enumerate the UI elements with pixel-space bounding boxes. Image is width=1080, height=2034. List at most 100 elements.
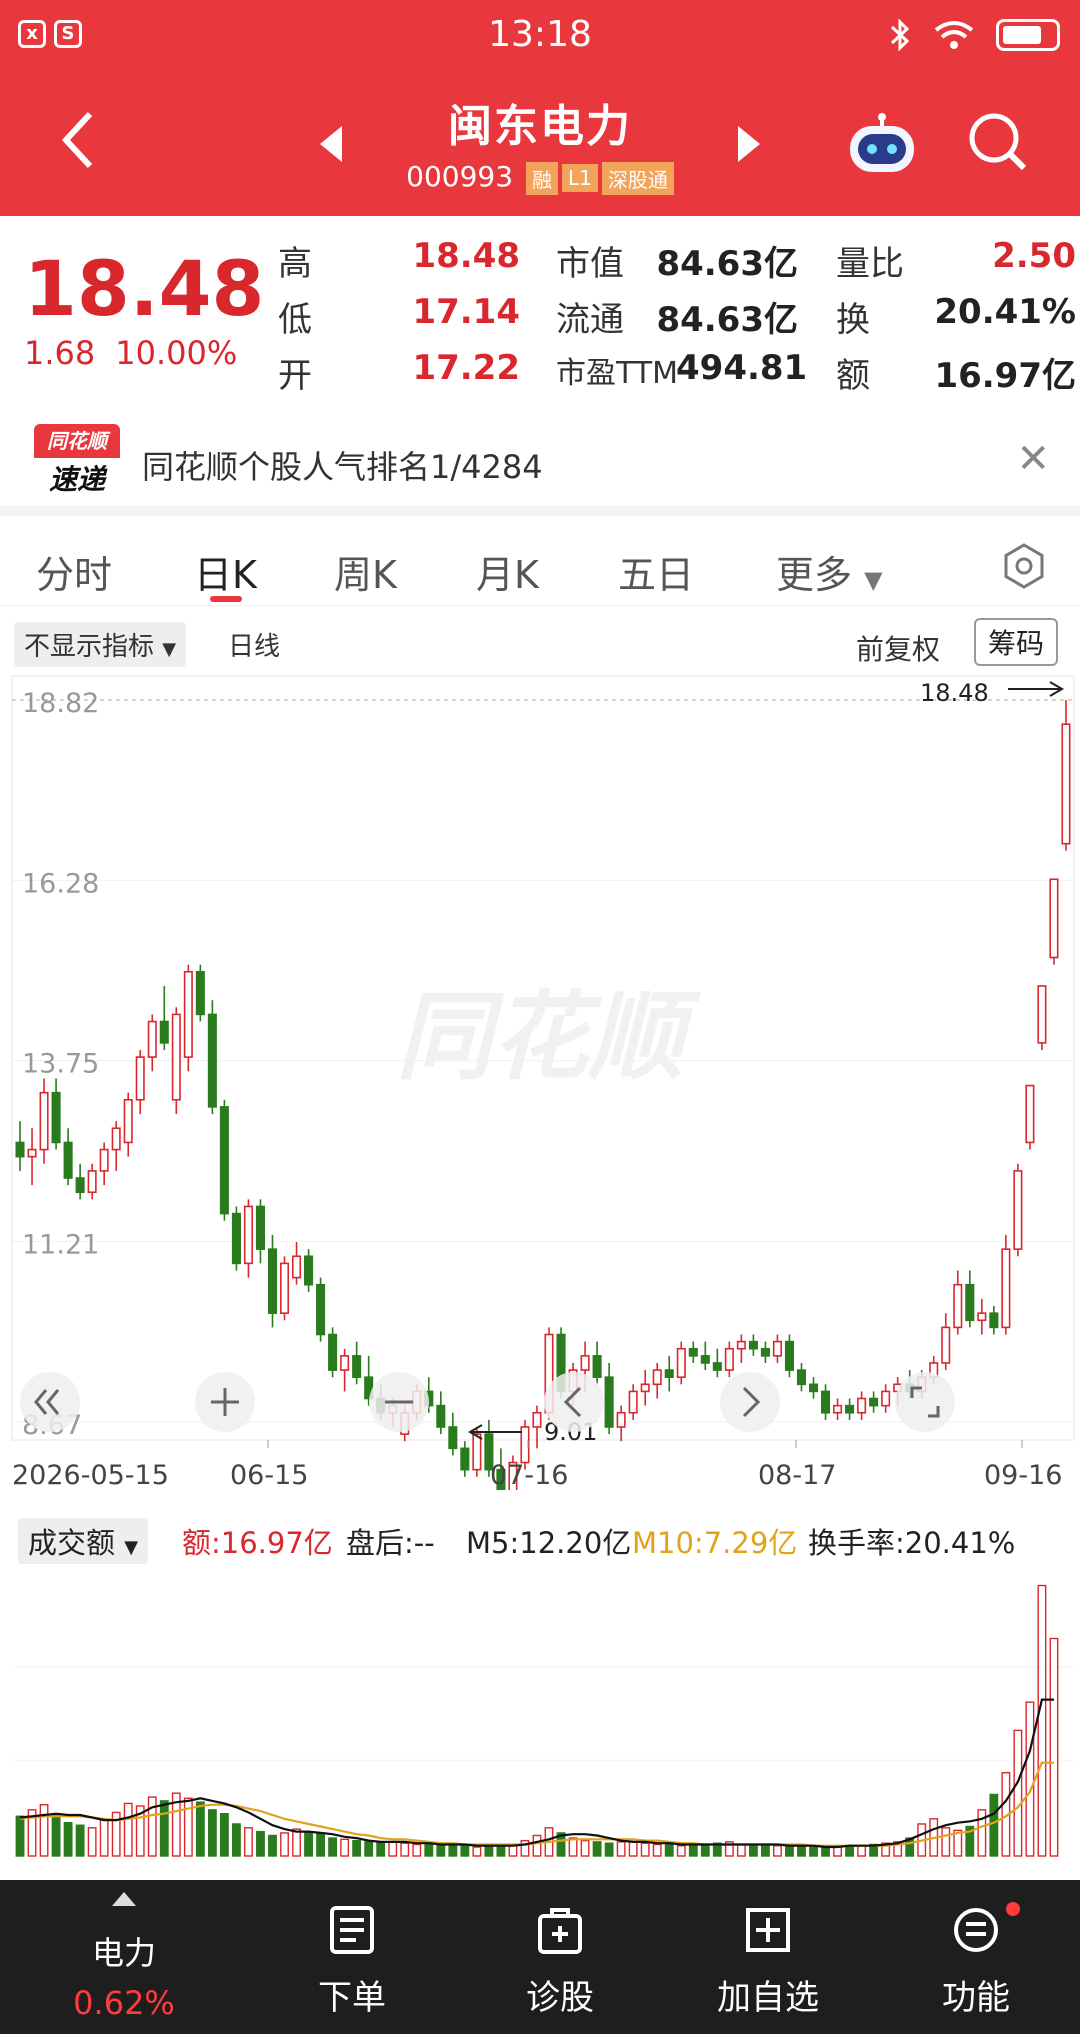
news-banner[interactable]: 同花顺 速递 同花顺个股人气排名1/4284 ✕: [0, 416, 1080, 516]
volume-legend: 成交额 ▼ 额:16.97亿 盘后:-- M5:12.20亿 M10:7.29亿…: [0, 1512, 1080, 1564]
volume-bar: [280, 1832, 289, 1857]
candle: [207, 1000, 217, 1114]
volume-turnover: 换手率:20.41%: [808, 1520, 1015, 1562]
indicator-label: 不显示指标: [24, 632, 155, 662]
volume-bar: [748, 1845, 758, 1857]
settings-hexagon-icon[interactable]: [1000, 542, 1048, 590]
volume-bar: [688, 1843, 698, 1857]
tab-monthly-k[interactable]: 月K: [476, 544, 539, 599]
volume-bar: [496, 1845, 506, 1857]
nav-add-watch-label: 加自选: [717, 1978, 819, 2018]
chart-options-bar: 不显示指标 ▼ 日线 前复权 筹码: [0, 616, 1080, 668]
volume-chart[interactable]: [0, 1560, 1080, 1860]
nav-add-watch[interactable]: 加自选: [668, 1880, 868, 2034]
x-tick-label: 07-16: [490, 1460, 568, 1490]
pe-label: 市盈TTM: [556, 356, 679, 391]
volume-bar: [821, 1846, 830, 1857]
float-cap-value: 84.63亿: [656, 300, 798, 340]
volume-bar: [352, 1839, 362, 1857]
volume-bar: [340, 1838, 350, 1857]
amount-label: 额: [836, 356, 870, 396]
volume-bar: [604, 1842, 614, 1857]
volume-bar: [51, 1814, 61, 1857]
candle: [676, 1341, 686, 1385]
y-tick-label: 18.82: [22, 688, 99, 719]
robot-assistant-icon[interactable]: [846, 112, 918, 176]
high-value: 18.48: [412, 236, 520, 276]
fullscreen-button[interactable]: [895, 1372, 955, 1432]
tab-more[interactable]: 更多 ▼: [776, 544, 883, 599]
candle: [195, 964, 205, 1022]
wifi-icon: [934, 21, 974, 49]
nav-functions-label: 功能: [942, 1978, 1010, 2018]
volume-bar: [244, 1827, 253, 1857]
chart-watermark: 同花顺: [396, 981, 701, 1093]
nav-sector[interactable]: 电力 0.62%: [24, 1880, 224, 2034]
change-amount: 1.68: [24, 334, 96, 372]
x-tick-label: 2026-05-15: [12, 1460, 169, 1490]
chips-button[interactable]: 筹码: [974, 618, 1059, 666]
period-label: 日线: [228, 632, 281, 662]
volume-ratio-label: 量比: [836, 244, 904, 284]
volume-bar: [15, 1815, 25, 1857]
margin-tag: 融: [525, 161, 558, 195]
volume-bar: [304, 1830, 313, 1857]
news-text[interactable]: 同花顺个股人气排名1/4284: [142, 442, 543, 488]
price-change: 1.68 10.00%: [24, 334, 257, 372]
close-icon[interactable]: ✕: [1016, 436, 1050, 482]
nav-functions[interactable]: 功能: [876, 1880, 1076, 2034]
scroll-start-button[interactable]: [20, 1372, 80, 1432]
volume-bar: [388, 1841, 398, 1857]
change-percent: 10.00%: [115, 334, 238, 372]
volume-selector[interactable]: 成交额 ▼: [18, 1518, 149, 1564]
tab-five-day[interactable]: 五日: [618, 544, 694, 599]
zoom-in-button[interactable]: [195, 1372, 255, 1432]
scroll-right-button[interactable]: [720, 1372, 780, 1432]
level-tag: L1: [561, 164, 598, 192]
bluetooth-icon: [890, 18, 910, 52]
high-marker-label: 18.48: [920, 679, 989, 707]
kline-chart[interactable]: 同花顺 18.8216.2813.7511.218.67 18.48 9.01 …: [0, 670, 1080, 1490]
volume-bar: [616, 1841, 626, 1857]
volume-bar: [484, 1845, 494, 1857]
volume-bar: [207, 1809, 217, 1857]
candle: [171, 1007, 181, 1114]
volume-bar: [195, 1801, 205, 1857]
volume-bar: [592, 1841, 602, 1857]
candle: [1049, 878, 1059, 965]
volume-bar: [628, 1841, 638, 1857]
volume-bar: [231, 1823, 241, 1857]
turnover-label: 换: [836, 300, 870, 340]
zoom-out-button[interactable]: [369, 1372, 429, 1432]
quote-panel: 18.48 1.68 10.00% 高 18.48 低 17.14 开 17.22…: [0, 216, 1080, 416]
candle: [316, 1277, 326, 1342]
indicator-selector[interactable]: 不显示指标 ▼: [14, 622, 187, 667]
tab-intraday[interactable]: 分时: [36, 544, 112, 599]
volume-ratio-value: 2.50: [992, 236, 1076, 276]
volume-bar: [39, 1804, 49, 1857]
volume-bar: [640, 1842, 650, 1857]
order-icon: [330, 1906, 374, 1954]
candle: [532, 1405, 542, 1449]
x-tick-label: 09-16: [984, 1460, 1062, 1490]
chevron-down-icon: ▼: [864, 566, 883, 594]
search-icon[interactable]: [966, 110, 1030, 174]
adjust-button[interactable]: 前复权: [856, 628, 940, 668]
volume-bar: [580, 1839, 590, 1857]
volume-bar: [1013, 1729, 1023, 1857]
volume-bar: [376, 1842, 386, 1857]
candle: [219, 1099, 229, 1221]
x-tick-label: 08-17: [758, 1460, 836, 1490]
next-stock-arrow-icon[interactable]: [738, 126, 760, 162]
nav-diagnose[interactable]: 诊股: [460, 1880, 660, 2034]
tab-weekly-k[interactable]: 周K: [334, 544, 397, 599]
nav-order[interactable]: 下单: [252, 1880, 452, 2034]
volume-bar: [292, 1828, 301, 1857]
tab-daily-k[interactable]: 日K: [194, 544, 257, 599]
volume-bar: [797, 1845, 806, 1857]
volume-bar: [87, 1827, 97, 1857]
volume-turnover-value: 换手率:20.41%: [808, 1526, 1016, 1560]
candle: [460, 1441, 470, 1477]
volume-bar: [63, 1821, 73, 1857]
scroll-left-button[interactable]: [544, 1372, 604, 1432]
